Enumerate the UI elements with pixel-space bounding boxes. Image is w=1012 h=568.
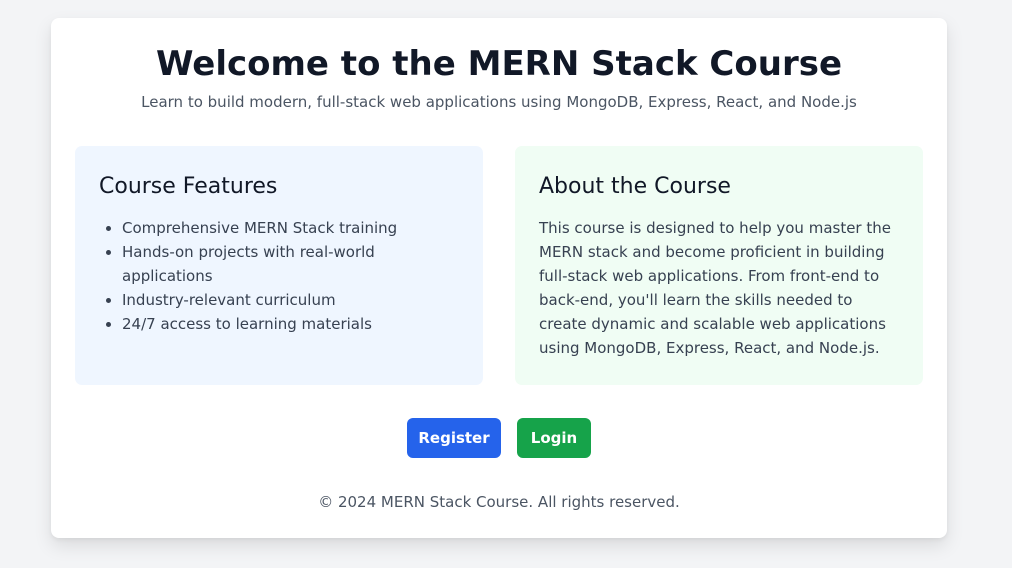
login-button[interactable]: Login (517, 418, 591, 458)
register-button[interactable]: Register (407, 418, 501, 458)
course-features-panel: Course Features Comprehensive MERN Stack… (75, 146, 483, 385)
feature-item: Hands-on projects with real-world applic… (122, 240, 459, 288)
course-features-heading: Course Features (99, 174, 278, 199)
feature-item: Comprehensive MERN Stack training (122, 216, 459, 240)
page-title: Welcome to the MERN Stack Course (155, 44, 843, 84)
about-course-heading: About the Course (539, 174, 731, 199)
page-subtitle: Learn to build modern, full-stack web ap… (141, 93, 857, 111)
footer-copyright: © 2024 MERN Stack Course. All rights res… (318, 493, 680, 511)
features-list: Comprehensive MERN Stack training Hands-… (99, 216, 459, 336)
feature-item: 24/7 access to learning materials (122, 312, 459, 336)
main-card: Welcome to the MERN Stack Course Learn t… (51, 18, 947, 538)
feature-item: Industry-relevant curriculum (122, 288, 459, 312)
about-course-panel: About the Course This course is designed… (515, 146, 923, 385)
about-course-text: This course is designed to help you mast… (539, 219, 891, 357)
action-buttons: Register Login (51, 418, 947, 458)
